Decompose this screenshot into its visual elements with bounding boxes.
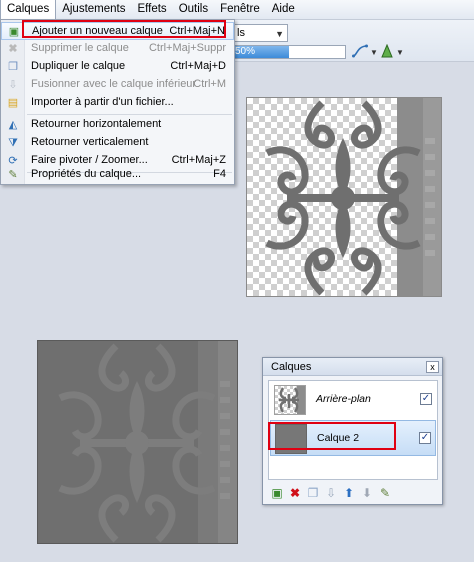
antialias-icon[interactable]	[380, 43, 394, 61]
opacity-slider-label: 50%	[235, 46, 256, 57]
menu-item-label: Propriétés du calque...	[31, 168, 142, 180]
menu-item-label: Faire pivoter / Zoomer...	[31, 154, 148, 166]
menu-bar: Calques Ajustements Effets Outils Fenêtr…	[0, 0, 474, 20]
layer-visibility-checkbox[interactable]: ✓	[419, 432, 431, 444]
menu-item-shortcut: Ctrl+Maj+Suppr	[148, 42, 226, 54]
image-preview-transparent	[246, 97, 442, 297]
menu-aide[interactable]: Aide	[266, 0, 301, 20]
chevron-down-icon[interactable]: ▼	[370, 48, 378, 57]
highlight-box-menu-item	[22, 20, 226, 38]
menu-item-shortcut: Ctrl+M	[193, 78, 226, 90]
duplicate-layer-icon: ❐	[8, 61, 18, 73]
curve-tool-icon[interactable]	[352, 44, 368, 61]
menu-calques[interactable]: Calques	[0, 0, 57, 20]
toolbar-combo[interactable]: ls ▼	[232, 24, 288, 42]
highlight-box-layer	[268, 422, 396, 450]
layers-panel-titlebar[interactable]: Calques x	[263, 358, 442, 376]
menu-item-label: Importer à partir d'un fichier...	[31, 96, 174, 108]
menu-ajustements[interactable]: Ajustements	[56, 0, 131, 20]
add-layer-icon[interactable]: ▣	[269, 485, 285, 501]
menu-item-label: Fusionner avec le calque inférieur	[31, 78, 197, 90]
menu-item-import-file[interactable]: ▤ Importer à partir d'un fichier...	[1, 94, 234, 112]
layers-panel-toolbar: ▣ ✖ ❐ ⇩ ⬆ ⬇ ✎	[269, 485, 393, 501]
layer-thumbnail	[274, 385, 306, 415]
layers-panel-title: Calques	[271, 361, 312, 373]
merge-layer-icon: ⇩	[8, 79, 18, 91]
ornament-pattern	[265, 98, 441, 296]
flip-vertical-icon: ⧩	[8, 137, 18, 149]
move-down-icon[interactable]: ⬇	[359, 485, 375, 501]
menu-item-flip-horizontal[interactable]: ◭ Retourner horizontalement	[1, 116, 234, 134]
delete-layer-icon: ✖	[8, 43, 18, 55]
menu-fenetre[interactable]: Fenêtre	[214, 0, 266, 20]
move-up-icon[interactable]: ⬆	[341, 485, 357, 501]
import-file-icon: ▤	[7, 97, 19, 109]
menu-item-shortcut: F4	[213, 168, 226, 180]
menu-item-layer-properties[interactable]: ✎ Propriétés du calque... F4	[1, 166, 234, 184]
layer-name: Arrière-plan	[316, 393, 371, 405]
menu-separator	[27, 114, 232, 115]
opacity-slider[interactable]: 50%	[232, 45, 346, 59]
menu-item-flip-vertical[interactable]: ⧩ Retourner verticalement	[1, 134, 234, 152]
chevron-down-icon: ▼	[275, 29, 284, 39]
chevron-down-icon[interactable]: ▼	[396, 48, 404, 57]
menu-item-shortcut: Ctrl+Maj+Z	[171, 154, 226, 166]
menu-item-merge-layer[interactable]: ⇩ Fusionner avec le calque inférieur Ctr…	[1, 76, 234, 94]
menu-item-label: Retourner horizontalement	[31, 118, 162, 130]
delete-layer-icon[interactable]: ✖	[287, 485, 303, 501]
menu-item-duplicate-layer[interactable]: ❐ Dupliquer le calque Ctrl+Maj+D	[1, 58, 234, 76]
flip-horizontal-icon: ◭	[8, 119, 18, 131]
menu-item-delete-layer[interactable]: ✖ Supprimer le calque Ctrl+Maj+Suppr	[1, 40, 234, 58]
layer-visibility-checkbox[interactable]: ✓	[420, 393, 432, 405]
layer-properties-icon[interactable]: ✎	[377, 485, 393, 501]
layer-properties-icon: ✎	[8, 169, 18, 181]
menu-item-label: Supprimer le calque	[31, 42, 129, 54]
close-icon[interactable]: x	[426, 361, 439, 373]
ornament-pattern-faded	[58, 341, 237, 543]
toolbar-combo-value: ls	[237, 27, 245, 39]
menu-effets[interactable]: Effets	[131, 0, 172, 20]
menu-item-label: Dupliquer le calque	[31, 60, 126, 72]
duplicate-layer-icon[interactable]: ❐	[305, 485, 321, 501]
menu-outils[interactable]: Outils	[173, 0, 214, 20]
menu-item-shortcut: Ctrl+Maj+D	[170, 60, 226, 72]
layers-menu-dropdown: ▣ Ajouter un nouveau calque Ctrl+Maj+N ✖…	[0, 19, 235, 185]
layer-item-background[interactable]: Arrière-plan ✓	[270, 382, 436, 418]
image-preview-grey	[37, 340, 238, 544]
merge-layer-icon[interactable]: ⇩	[323, 485, 339, 501]
menu-item-label: Retourner verticalement	[31, 136, 149, 148]
add-layer-icon: ▣	[8, 26, 20, 38]
